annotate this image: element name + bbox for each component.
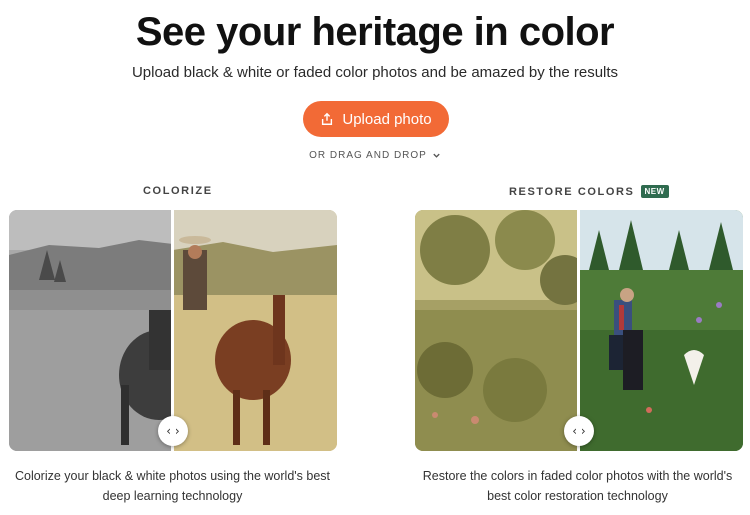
restore-caption-line1: Restore the colors in faded color photos… — [422, 469, 733, 483]
colorize-slider-handle[interactable]: ‹ › — [158, 416, 188, 446]
restore-comparison-slider[interactable]: ‹ › — [415, 210, 743, 451]
restore-section-label: RESTORE COLORS NEW — [509, 185, 669, 198]
black-and-white-photo — [9, 210, 173, 451]
drag-and-drop-toggle[interactable]: OR DRAG AND DROP — [0, 150, 750, 161]
faded-color-photo — [415, 210, 579, 451]
upload-photo-label: Upload photo — [342, 110, 432, 128]
restore-label: RESTORE COLORS — [509, 185, 635, 198]
colorized-photo — [173, 210, 337, 451]
new-badge: NEW — [640, 185, 669, 198]
comparison-divider[interactable] — [171, 210, 174, 451]
page-title: See your heritage in color — [135, 10, 615, 54]
drag-and-drop-label: OR DRAG AND DROP — [309, 150, 427, 161]
colorize-caption: Colorize your black & white photos using… — [0, 466, 345, 506]
chevron-down-icon — [433, 153, 440, 158]
colorize-caption-line1: Colorize your black & white photos using… — [14, 469, 331, 483]
page-subtitle: Upload black & white or faded color phot… — [131, 64, 619, 81]
colorize-caption-line2: deep learning technology — [102, 489, 243, 503]
upload-icon — [322, 112, 333, 125]
restored-color-photo — [579, 210, 743, 451]
restore-slider-handle[interactable]: ‹ › — [564, 416, 594, 446]
restore-caption-line2: best color restoration technology — [487, 489, 668, 503]
colorize-label: COLORIZE — [143, 185, 213, 197]
comparison-divider[interactable] — [577, 210, 580, 451]
restore-caption: Restore the colors in faded color photos… — [405, 466, 750, 506]
colorize-section-label: COLORIZE — [143, 185, 213, 197]
upload-photo-button[interactable]: Upload photo — [303, 101, 449, 137]
colorize-comparison-slider[interactable]: ‹ › — [9, 210, 337, 451]
